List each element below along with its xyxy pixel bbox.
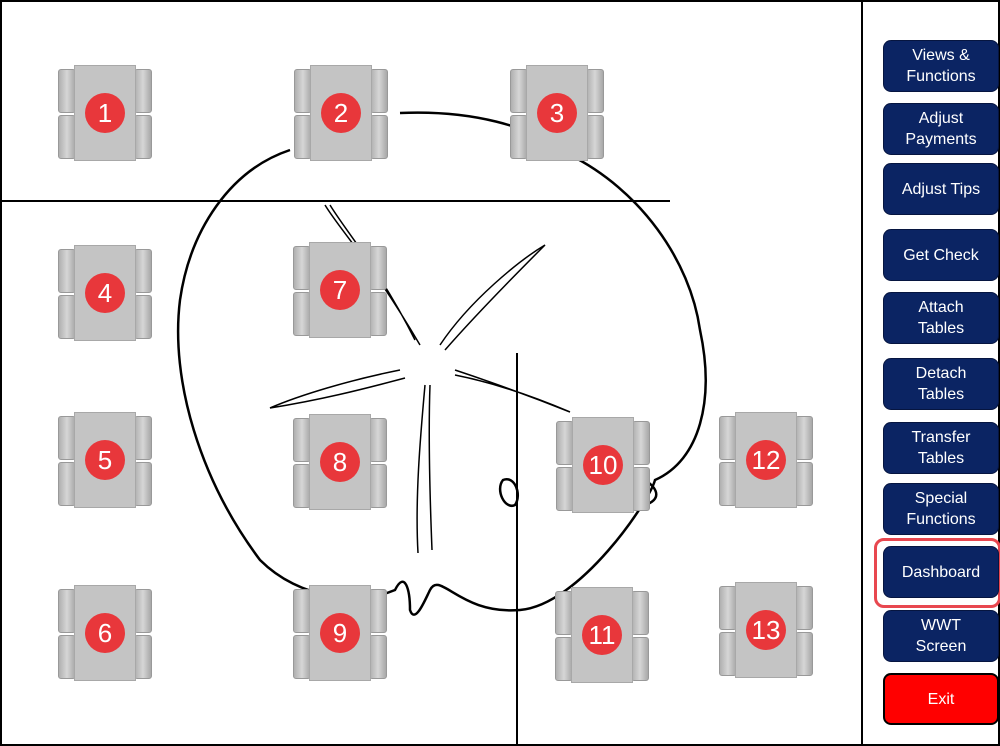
chair bbox=[134, 115, 152, 159]
chair bbox=[795, 632, 813, 676]
table-5[interactable]: 5 bbox=[56, 412, 154, 508]
function-panel: Views & Functions Adjust Payments Adjust T… bbox=[861, 0, 1000, 746]
adjust-payments-button[interactable]: Adjust Payments bbox=[883, 103, 999, 155]
chair bbox=[134, 295, 152, 339]
table-number-badge: 4 bbox=[85, 273, 125, 313]
chair bbox=[370, 69, 388, 113]
chair bbox=[369, 635, 387, 679]
chair bbox=[632, 421, 650, 465]
chair bbox=[795, 462, 813, 506]
chair bbox=[134, 416, 152, 460]
table-13[interactable]: 13 bbox=[717, 582, 815, 678]
chair bbox=[632, 467, 650, 511]
transfer-tables-button[interactable]: Transfer Tables bbox=[883, 422, 999, 474]
chair bbox=[369, 589, 387, 633]
chair bbox=[631, 591, 649, 635]
table-12[interactable]: 12 bbox=[717, 412, 815, 508]
table-7[interactable]: 7 bbox=[291, 242, 389, 338]
exit-button[interactable]: Exit bbox=[883, 673, 999, 725]
chair bbox=[586, 69, 604, 113]
attach-tables-button[interactable]: Attach Tables bbox=[883, 292, 999, 344]
chair bbox=[369, 464, 387, 508]
chair bbox=[134, 249, 152, 293]
get-check-button[interactable]: Get Check bbox=[883, 229, 999, 281]
table-number-badge: 2 bbox=[321, 93, 361, 133]
table-1[interactable]: 1 bbox=[56, 65, 154, 161]
chair bbox=[586, 115, 604, 159]
special-functions-button[interactable]: Special Functions bbox=[883, 483, 999, 535]
chair bbox=[134, 69, 152, 113]
detach-tables-button[interactable]: Detach Tables bbox=[883, 358, 999, 410]
table-number-badge: 5 bbox=[85, 440, 125, 480]
table-number-badge: 11 bbox=[582, 615, 622, 655]
chair bbox=[795, 586, 813, 630]
table-number-badge: 6 bbox=[85, 613, 125, 653]
chair bbox=[795, 416, 813, 460]
table-number-badge: 7 bbox=[320, 270, 360, 310]
table-4[interactable]: 4 bbox=[56, 245, 154, 341]
table-9[interactable]: 9 bbox=[291, 585, 389, 681]
views-functions-button[interactable]: Views & Functions bbox=[883, 40, 999, 92]
wwt-screen-button[interactable]: WWT Screen bbox=[883, 610, 999, 662]
table-8[interactable]: 8 bbox=[291, 414, 389, 510]
table-number-badge: 1 bbox=[85, 93, 125, 133]
table-2[interactable]: 2 bbox=[292, 65, 390, 161]
table-11[interactable]: 11 bbox=[553, 587, 651, 683]
table-number-badge: 12 bbox=[746, 440, 786, 480]
chair bbox=[134, 462, 152, 506]
table-6[interactable]: 6 bbox=[56, 585, 154, 681]
chair bbox=[369, 418, 387, 462]
chair bbox=[370, 115, 388, 159]
table-number-badge: 10 bbox=[583, 445, 623, 485]
table-number-badge: 3 bbox=[537, 93, 577, 133]
freehand-drawing bbox=[176, 111, 707, 616]
table-number-badge: 8 bbox=[320, 442, 360, 482]
chair bbox=[369, 292, 387, 336]
table-number-badge: 13 bbox=[746, 610, 786, 650]
chair bbox=[134, 635, 152, 679]
adjust-tips-button[interactable]: Adjust Tips bbox=[883, 163, 999, 215]
table-10[interactable]: 10 bbox=[554, 417, 652, 513]
chair bbox=[631, 637, 649, 681]
floor-plan: 1 2 3 4 5 6 7 8 9 10 11 12 13 bbox=[0, 0, 861, 746]
chair bbox=[369, 246, 387, 290]
chair bbox=[134, 589, 152, 633]
table-number-badge: 9 bbox=[320, 613, 360, 653]
dashboard-button[interactable]: Dashboard bbox=[883, 546, 999, 598]
table-3[interactable]: 3 bbox=[508, 65, 606, 161]
